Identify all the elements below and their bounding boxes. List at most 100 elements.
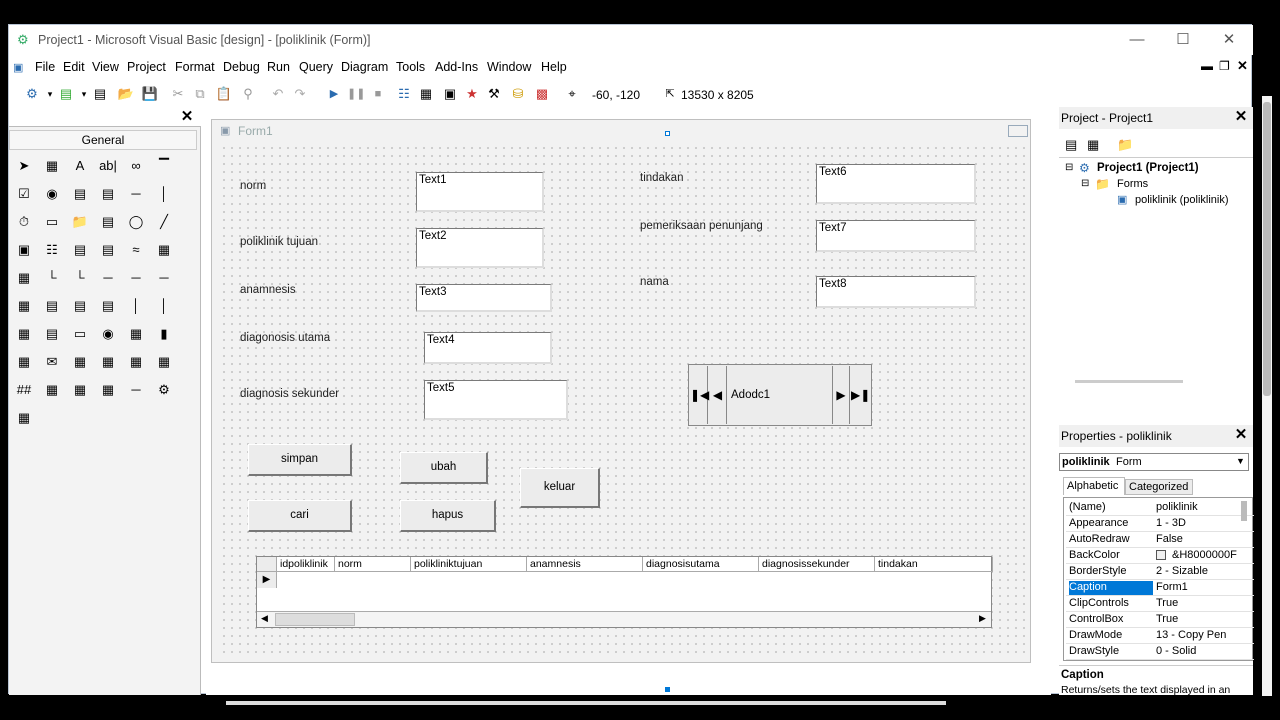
toolbox-control-icon[interactable]: │: [153, 295, 175, 317]
toolbox-control-icon[interactable]: ##: [13, 379, 35, 401]
toolbox-control-icon[interactable]: │: [125, 295, 147, 317]
property-row[interactable]: Caption Form1: [1066, 580, 1254, 596]
tree-scrollbar[interactable]: [1075, 380, 1183, 383]
tree-forms-folder[interactable]: Forms: [1117, 178, 1148, 190]
toolbox-control-icon[interactable]: ≈: [125, 239, 147, 261]
toolbox-control-icon[interactable]: ▮: [153, 323, 175, 345]
add-project-icon[interactable]: ⚙: [23, 85, 41, 103]
menu-project[interactable]: Project: [127, 60, 166, 74]
toolbox-control-icon[interactable]: ▦: [97, 379, 119, 401]
toolbox-control-icon[interactable]: ─: [153, 267, 175, 289]
property-row[interactable]: ControlBox True: [1066, 612, 1254, 628]
visual-component-manager-icon[interactable]: ▩: [533, 85, 551, 103]
property-row[interactable]: DrawStyle 0 - Solid: [1066, 644, 1254, 660]
toolbox-control-icon[interactable]: ▦: [41, 155, 63, 177]
toolbox-control-icon[interactable]: ▤: [97, 295, 119, 317]
scroll-right-icon[interactable]: ▶: [979, 613, 986, 624]
toolbox-control-icon[interactable]: ▦: [13, 267, 35, 289]
toolbox-control-icon[interactable]: ☷: [41, 239, 63, 261]
label-nama[interactable]: nama: [640, 276, 669, 288]
label-tindakan[interactable]: tindakan: [640, 172, 683, 184]
properties-close-icon[interactable]: ✕: [1233, 427, 1249, 444]
grid-column-header[interactable]: norm: [335, 557, 411, 572]
toolbox-control-icon[interactable]: ▤: [69, 239, 91, 261]
ubah-button[interactable]: ubah: [400, 452, 488, 484]
save-icon[interactable]: 💾: [141, 85, 159, 103]
keluar-button[interactable]: keluar: [520, 468, 600, 508]
simpan-button[interactable]: simpan: [248, 444, 352, 476]
add-form-icon[interactable]: ▤: [57, 85, 75, 103]
form-resize-handle[interactable]: [665, 687, 670, 692]
mdi-close-icon[interactable]: ✕: [1237, 58, 1248, 74]
maximize-icon[interactable]: ☐: [1163, 31, 1203, 51]
label-poliklinik-tujuan[interactable]: poliklinik tujuan: [240, 236, 318, 248]
toolbox-control-icon[interactable]: ▤: [41, 323, 63, 345]
data-view-icon[interactable]: ⛁: [509, 85, 527, 103]
property-row[interactable]: AutoRedraw False: [1066, 532, 1254, 548]
form-layout-icon[interactable]: ▣: [441, 85, 459, 103]
menu-diagram[interactable]: Diagram: [341, 60, 388, 74]
menu-query[interactable]: Query: [299, 60, 333, 74]
toolbox-control-icon[interactable]: │: [153, 183, 175, 205]
toggle-folders-icon[interactable]: 📁: [1117, 137, 1133, 153]
toolbox-control-icon[interactable]: ─: [125, 183, 147, 205]
textbox-text8[interactable]: Text8: [816, 276, 976, 308]
mdi-minimize-icon[interactable]: ▬: [1201, 59, 1213, 73]
grid-column-header[interactable]: polikliniktujuan: [411, 557, 527, 572]
tree-form-poliklinik[interactable]: poliklinik (poliklinik): [1135, 194, 1229, 206]
toolbox-control-icon[interactable]: ─: [125, 267, 147, 289]
label-diagnosis-sekunder[interactable]: diagnosis sekunder: [240, 388, 339, 400]
toolbox-control-icon[interactable]: ▣: [13, 239, 35, 261]
toolbox-tab-general[interactable]: General: [9, 130, 197, 150]
mdi-restore-icon[interactable]: ❐: [1219, 59, 1230, 73]
property-row[interactable]: BackColor &H8000000F: [1066, 548, 1254, 564]
toolbox-control-icon[interactable]: ▦: [153, 351, 175, 373]
properties-window-icon[interactable]: ▦: [417, 85, 435, 103]
move-previous-icon[interactable]: ◀: [709, 366, 727, 424]
property-row[interactable]: BorderStyle 2 - Sizable: [1066, 564, 1254, 580]
toolbox-control-icon[interactable]: ▦: [13, 407, 35, 429]
toolbox-control-icon[interactable]: ∞: [125, 155, 147, 177]
grid-column-header[interactable]: diagnosissekunder: [759, 557, 875, 572]
tree-project-root[interactable]: Project1 (Project1): [1097, 162, 1199, 174]
textbox-text3[interactable]: Text3: [416, 284, 552, 312]
project-explorer-icon[interactable]: ☷: [395, 85, 413, 103]
menu-window[interactable]: Window: [487, 60, 531, 74]
toolbox-control-icon[interactable]: ▦: [13, 323, 35, 345]
toolbox-control-icon[interactable]: ☑: [13, 183, 35, 205]
toolbox-control-icon[interactable]: ▤: [41, 295, 63, 317]
datagrid[interactable]: ▶ idpoliklinik norm polikliniktujuan anamne…: [256, 556, 993, 628]
cut-icon[interactable]: ✂: [169, 85, 187, 103]
object-selector[interactable]: poliklinik Form ▼: [1059, 453, 1249, 471]
toolbox-control-icon[interactable]: ▦: [97, 351, 119, 373]
scroll-left-icon[interactable]: ◀: [261, 613, 268, 624]
toolbox-control-icon[interactable]: ▦: [153, 239, 175, 261]
menu-format[interactable]: Format: [175, 60, 215, 74]
textbox-text1[interactable]: Text1: [416, 172, 544, 212]
menu-run[interactable]: Run: [267, 60, 290, 74]
menu-edit[interactable]: Edit: [63, 60, 85, 74]
menu-file[interactable]: File: [35, 60, 55, 74]
toolbox-control-icon[interactable]: ▦: [41, 379, 63, 401]
toolbox-control-icon[interactable]: 📁: [69, 211, 91, 233]
move-last-icon[interactable]: ▶❚: [851, 366, 870, 424]
menu-help[interactable]: Help: [541, 60, 567, 74]
toolbox-control-icon[interactable]: ▦: [69, 351, 91, 373]
object-browser-icon[interactable]: ★: [463, 85, 481, 103]
textbox-text6[interactable]: Text6: [816, 164, 976, 204]
row-selector-icon[interactable]: ▶: [257, 572, 277, 588]
close-icon[interactable]: ✕: [1209, 31, 1249, 51]
toolbox-control-icon[interactable]: ⚙: [153, 379, 175, 401]
paste-icon[interactable]: 📋: [215, 85, 233, 103]
toolbox-control-icon[interactable]: ▭: [69, 323, 91, 345]
form-poliklinik[interactable]: ▣ Form1 norm poliklinik tujuan anamnesis…: [211, 119, 1031, 663]
label-diagnosis-utama[interactable]: diagonosis utama: [240, 332, 330, 344]
toolbox-control-icon[interactable]: ╱: [153, 211, 175, 233]
toolbox-control-icon[interactable]: ─: [97, 267, 119, 289]
label-pemeriksaan-penunjang[interactable]: pemeriksaan penunjang: [640, 220, 763, 232]
find-icon[interactable]: ⚲: [239, 85, 257, 103]
grid-column-header[interactable]: anamnesis: [527, 557, 643, 572]
toolbox-control-icon[interactable]: ⏱: [13, 211, 35, 233]
toolbox-control-icon[interactable]: ✉: [41, 351, 63, 373]
toolbox-icon[interactable]: ⚒: [485, 85, 503, 103]
